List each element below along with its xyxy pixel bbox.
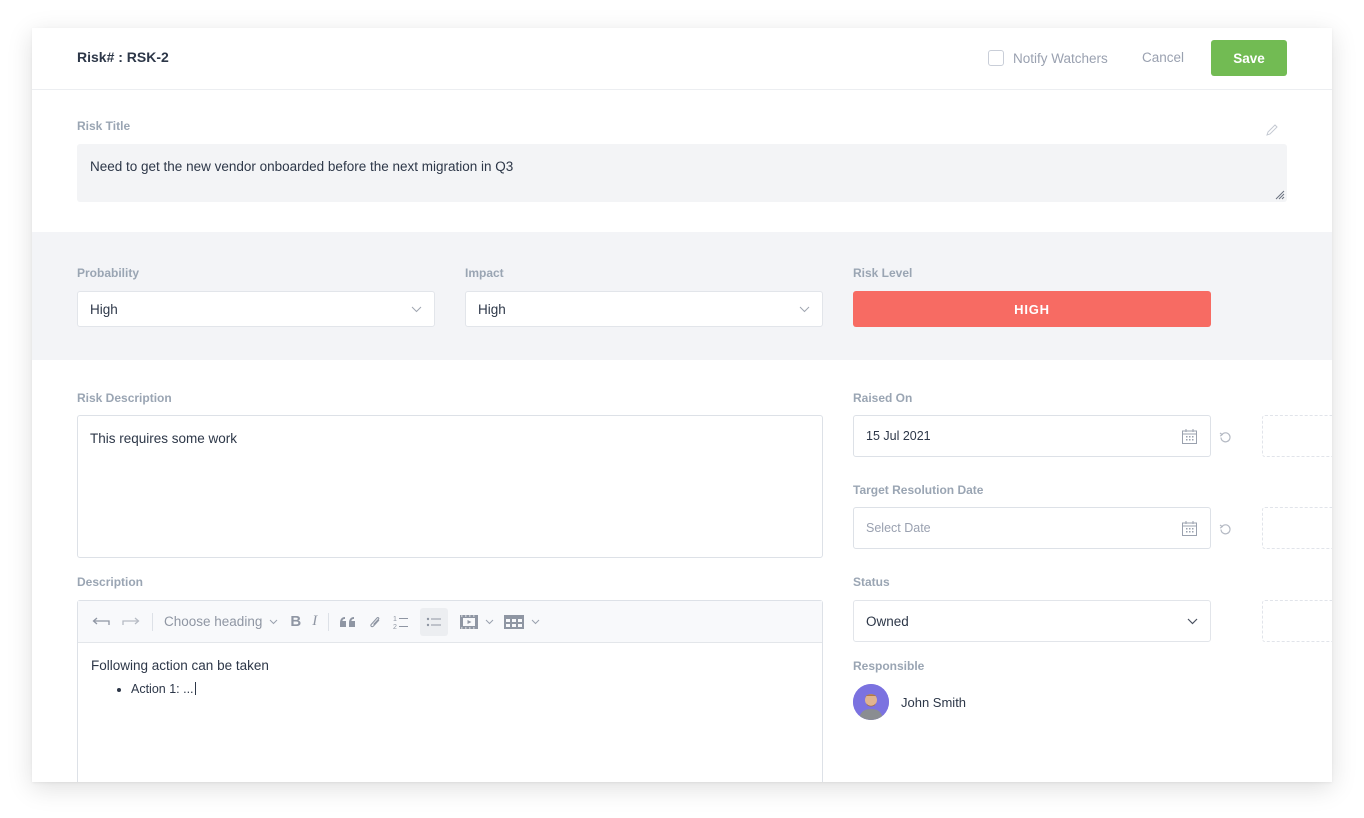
italic-icon[interactable]: I — [312, 613, 317, 630]
calendar-icon[interactable] — [1181, 520, 1198, 537]
redo-icon[interactable] — [120, 612, 142, 632]
placeholder-slot — [1262, 600, 1332, 642]
toolbar-divider — [328, 612, 330, 631]
description-label: Description — [77, 575, 144, 589]
chevron-down-icon — [411, 306, 422, 313]
resize-handle-icon[interactable] — [1275, 190, 1285, 200]
probability-select[interactable]: High — [77, 291, 435, 327]
reset-icon[interactable] — [1219, 431, 1232, 444]
svg-text:2: 2 — [393, 624, 397, 630]
person-avatar-icon — [853, 684, 889, 720]
placeholder-slot — [1262, 507, 1332, 549]
editor-paragraph: Following action can be taken — [91, 658, 269, 673]
raised-on-label: Raised On — [853, 391, 913, 405]
blockquote-icon[interactable] — [339, 616, 357, 628]
avatar[interactable] — [853, 684, 889, 720]
placeholder-slot — [1262, 415, 1332, 457]
risk-title-value: Need to get the new vendor onboarded bef… — [90, 159, 514, 174]
responsible-label: Responsible — [853, 659, 925, 673]
editor-bullet-list: Action 1: ... — [91, 682, 809, 696]
risk-description-input[interactable]: This requires some work — [77, 415, 823, 558]
calendar-icon[interactable] — [1181, 428, 1198, 445]
probability-label: Probability — [77, 266, 140, 280]
media-icon[interactable] — [459, 614, 479, 630]
responsible-name: John Smith — [901, 695, 967, 710]
status-label: Status — [853, 575, 890, 589]
target-resolution-input[interactable]: Select Date — [853, 507, 1211, 549]
toolbar-divider — [152, 612, 153, 631]
reset-icon[interactable] — [1219, 523, 1232, 536]
bulleted-list-icon[interactable] — [420, 607, 449, 636]
status-select[interactable]: Owned — [853, 600, 1211, 642]
raised-on-input[interactable]: 15 Jul 2021 — [853, 415, 1211, 457]
impact-value: High — [478, 301, 506, 317]
editor-content[interactable]: Following action can be taken Action 1: … — [78, 643, 822, 711]
header: Risk# : RSK-2 Notify Watchers Cancel Sav… — [32, 28, 1332, 90]
numbered-list-icon[interactable]: 12 — [392, 614, 410, 630]
risk-title-input[interactable]: Need to get the new vendor onboarded bef… — [77, 144, 1287, 202]
chevron-down-icon — [269, 619, 278, 624]
raised-on-value: 15 Jul 2021 — [866, 429, 931, 443]
impact-select[interactable]: High — [465, 291, 823, 327]
risk-title-label: Risk Title — [77, 119, 131, 133]
bold-icon[interactable]: B — [290, 613, 301, 630]
editor-toolbar: Choose heading B I 12 — [78, 601, 822, 643]
cancel-button[interactable]: Cancel — [1142, 50, 1184, 65]
pencil-icon[interactable] — [1265, 123, 1279, 137]
risk-description-label: Risk Description — [77, 391, 172, 405]
chevron-down-icon — [1187, 618, 1198, 625]
heading-dropdown-label: Choose heading — [164, 614, 263, 629]
notify-watchers-checkbox[interactable] — [988, 50, 1004, 66]
risk-level-badge: HIGH — [853, 291, 1211, 327]
page-title: Risk# : RSK-2 — [77, 49, 169, 65]
impact-label: Impact — [465, 266, 504, 280]
editor-bullet-item: Action 1: ... — [131, 682, 809, 696]
risk-edit-card: Risk# : RSK-2 Notify Watchers Cancel Sav… — [32, 28, 1332, 782]
target-resolution-placeholder: Select Date — [866, 521, 931, 535]
text-caret — [194, 682, 196, 695]
chevron-down-icon — [799, 306, 810, 313]
chevron-down-icon[interactable] — [531, 619, 540, 625]
notify-watchers-label: Notify Watchers — [1013, 50, 1108, 66]
table-icon[interactable] — [503, 614, 525, 630]
risk-level-label: Risk Level — [853, 266, 913, 280]
svg-text:1: 1 — [393, 616, 397, 623]
status-value: Owned — [866, 613, 909, 629]
undo-icon[interactable] — [90, 612, 112, 632]
chevron-down-icon[interactable] — [485, 619, 494, 625]
heading-dropdown[interactable]: Choose heading — [164, 614, 278, 629]
description-editor[interactable]: Choose heading B I 12 Following action c… — [77, 600, 823, 782]
editor-bullet-text: Action 1: ... — [131, 682, 194, 696]
attachment-icon[interactable] — [368, 614, 382, 630]
save-button[interactable]: Save — [1211, 40, 1287, 76]
risk-description-value: This requires some work — [90, 431, 238, 446]
probability-value: High — [90, 301, 118, 317]
notify-watchers-toggle[interactable]: Notify Watchers — [988, 50, 1108, 66]
target-resolution-label: Target Resolution Date — [853, 483, 984, 497]
